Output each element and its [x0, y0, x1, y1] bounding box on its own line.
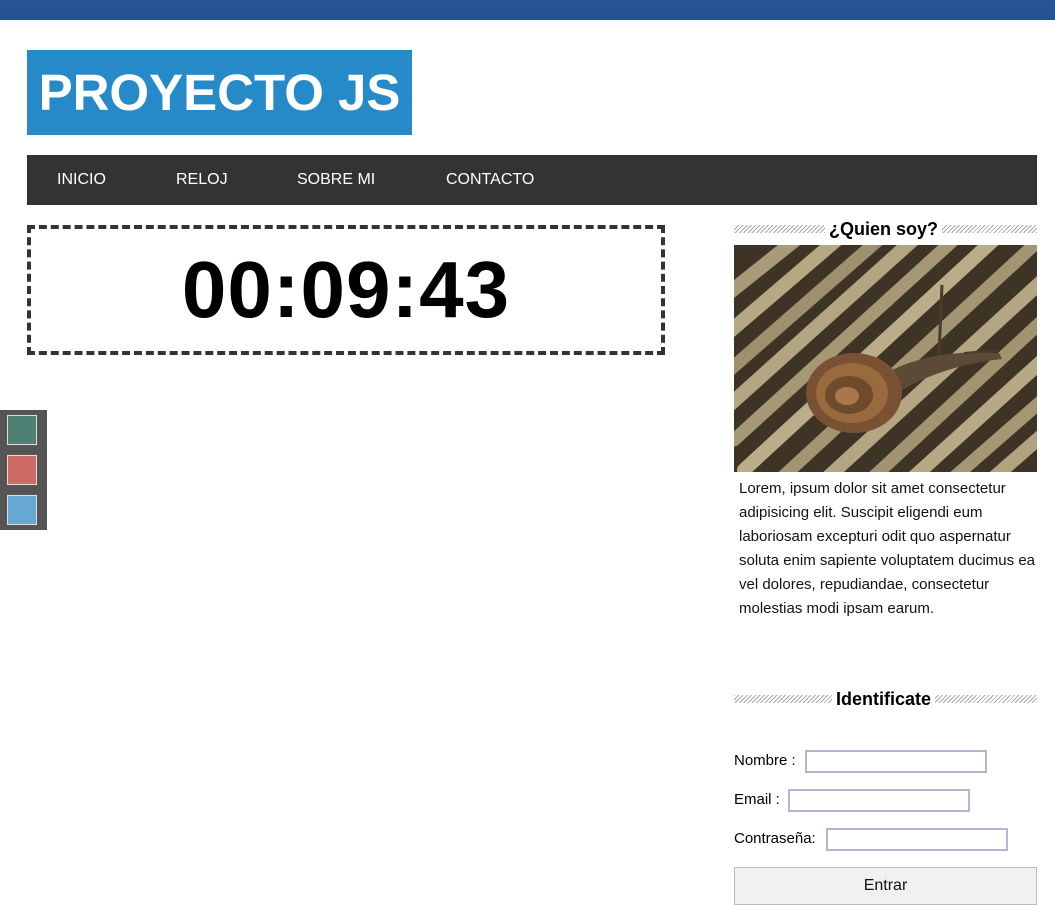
main-nav: INICIO RELOJ SOBRE MI CONTACTO: [27, 155, 1037, 205]
about-text: Lorem, ipsum dolor sit amet consectetur …: [739, 480, 1036, 617]
theme-swatch-red[interactable]: [7, 455, 37, 485]
nav-item-reloj[interactable]: RELOJ: [176, 155, 228, 205]
top-banner: [0, 0, 1055, 20]
password-field[interactable]: [826, 828, 1008, 851]
login-title-text: Identificate: [832, 688, 936, 710]
login-section-title: Identificate: [734, 688, 1037, 712]
name-label: Nombre :: [734, 752, 796, 769]
email-field[interactable]: [788, 789, 970, 812]
theme-swatch-blue[interactable]: [7, 495, 37, 525]
about-title-text: ¿Quien soy?: [825, 218, 943, 240]
about-section-title: ¿Quien soy?: [734, 218, 1037, 242]
nav-item-sobre-mi[interactable]: SOBRE MI: [297, 155, 375, 205]
clock-display: 00:09:43: [27, 225, 665, 355]
clock-time: 00:09:43: [181, 245, 511, 334]
nav-item-contacto[interactable]: CONTACTO: [446, 155, 534, 205]
email-label: Email :: [734, 791, 780, 808]
snail-image: [734, 245, 1037, 472]
theme-switcher: [0, 410, 47, 530]
password-row: Contraseña:: [734, 828, 1037, 852]
email-row: Email :: [734, 789, 1037, 813]
theme-swatch-green[interactable]: [7, 415, 37, 445]
name-field[interactable]: [805, 750, 987, 773]
password-label: Contraseña:: [734, 830, 816, 847]
nav-item-inicio[interactable]: INICIO: [57, 155, 106, 205]
profile-photo: [734, 245, 1037, 472]
site-logo[interactable]: PROYECTO JS: [27, 50, 412, 135]
submit-button[interactable]: Entrar: [734, 867, 1037, 905]
name-row: Nombre :: [734, 750, 1037, 774]
